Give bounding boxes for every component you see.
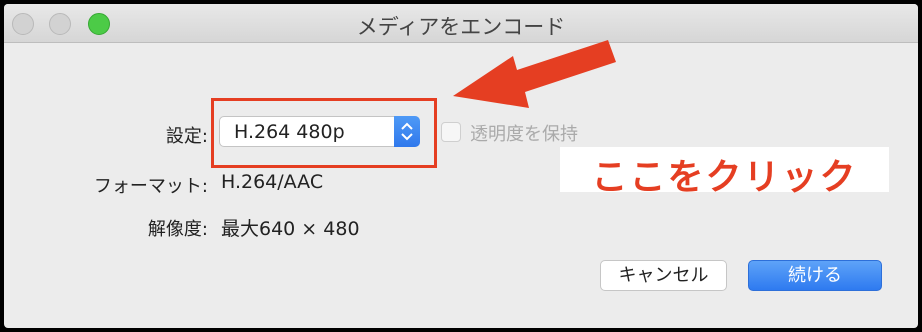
- click-here-note: ここをクリック: [560, 147, 889, 198]
- encode-media-dialog: メディアをエンコード 設定: H.264 480p 透明度を保持 フォーマット:…: [4, 4, 918, 328]
- click-here-text: ここをクリック: [591, 157, 858, 198]
